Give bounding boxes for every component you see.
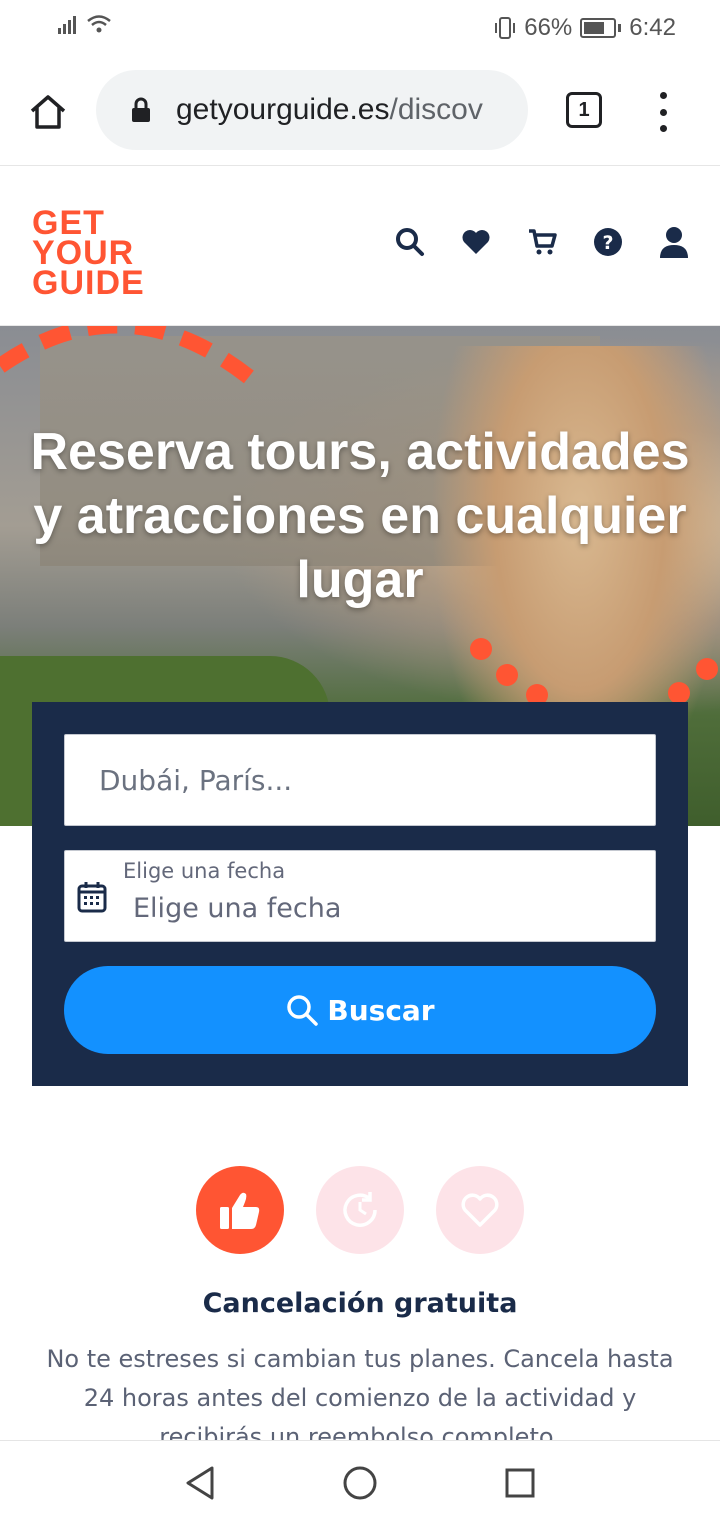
heart-outline-icon: [461, 1193, 499, 1227]
hero-title: Reserva tours, actividades y atracciones…: [30, 423, 690, 609]
battery-icon: [580, 18, 617, 38]
feature-tab-flexible[interactable]: [316, 1166, 404, 1254]
feature-tab-free-cancellation[interactable]: [196, 1166, 284, 1254]
recents-button[interactable]: [500, 1463, 540, 1503]
site-header: GET YOUR GUIDE ?: [0, 166, 720, 326]
calendar-icon: [77, 882, 107, 913]
wifi-icon: [87, 15, 111, 33]
search-icon[interactable]: [394, 226, 426, 258]
decorative-dot: [496, 664, 518, 686]
clock: 6:42: [629, 14, 676, 41]
feature-description: No te estreses si cambian tus planes. Ca…: [46, 1345, 674, 1440]
date-field-label: Elige una fecha: [123, 859, 286, 883]
search-panel: Dubái, París... Elige una fecha Elige un…: [32, 702, 688, 1086]
vibrate-icon: [495, 17, 516, 39]
user-icon[interactable]: [658, 226, 690, 258]
home-button[interactable]: [22, 86, 74, 138]
header-actions: ?: [394, 226, 690, 258]
getyourguide-logo[interactable]: GET YOUR GUIDE: [32, 206, 145, 300]
date-field-placeholder: Elige una fecha: [133, 893, 342, 924]
heart-icon[interactable]: [460, 226, 492, 258]
url-text: getyourguide.es/discov: [176, 93, 483, 126]
cart-icon[interactable]: [526, 226, 558, 258]
browser-menu-button[interactable]: [650, 92, 676, 132]
destination-input[interactable]: Dubái, París...: [64, 734, 656, 826]
system-navigation-bar: [0, 1440, 720, 1520]
status-right: 66% 6:42: [494, 14, 676, 42]
browser-toolbar: getyourguide.es/discov 1: [0, 56, 720, 166]
date-picker-field[interactable]: Elige una fecha Elige una fecha: [64, 850, 656, 942]
search-button-label: Buscar: [327, 993, 435, 1027]
feature-tab-favorites[interactable]: [436, 1166, 524, 1254]
decorative-dot: [668, 682, 690, 704]
search-icon: [287, 995, 319, 1026]
features-carousel: Cancelación gratuita No te estreses si c…: [0, 1166, 720, 1440]
back-button[interactable]: [180, 1463, 220, 1503]
back-triangle-icon: [186, 1466, 214, 1500]
battery-percent: 66%: [524, 14, 573, 41]
recents-square-icon: [505, 1468, 535, 1498]
help-icon[interactable]: ?: [592, 226, 624, 258]
home-icon: [30, 95, 66, 129]
lock-icon: [132, 97, 150, 122]
home-nav-button[interactable]: [340, 1463, 380, 1503]
decorative-dashed-arc: [0, 326, 266, 393]
feature-selector: [196, 1166, 524, 1254]
feature-title: Cancelación gratuita: [202, 1288, 518, 1319]
clock-refresh-icon: [343, 1192, 377, 1227]
status-bar: 66% 6:42: [0, 0, 720, 56]
tab-switcher-button[interactable]: 1: [566, 92, 602, 128]
decorative-dot: [696, 658, 718, 680]
thumbs-up-icon: [220, 1192, 260, 1229]
decorative-dot: [470, 638, 492, 660]
search-button[interactable]: Buscar: [64, 966, 656, 1054]
svg-text:?: ?: [602, 232, 613, 254]
signal-wifi-indicators: [58, 14, 112, 34]
signal-icon: [58, 16, 76, 34]
address-bar[interactable]: getyourguide.es/discov: [96, 70, 528, 150]
home-circle-icon: [343, 1466, 377, 1500]
